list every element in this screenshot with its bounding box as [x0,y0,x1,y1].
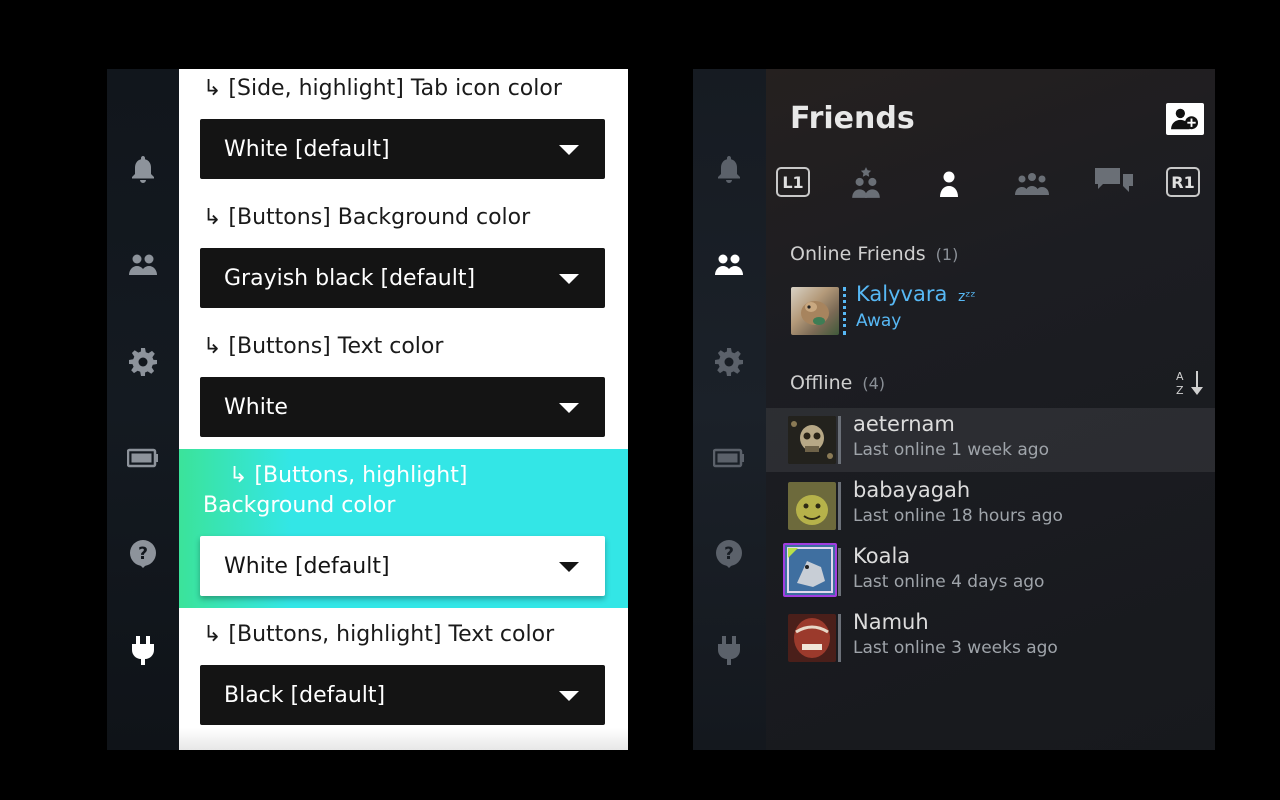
group-icon [1015,173,1049,195]
caret-down-icon [559,562,579,572]
section-count: (4) [862,374,886,393]
help-icon[interactable]: ? [711,536,747,572]
favorite-friends-icon [852,167,880,198]
tab-groups[interactable] [1012,165,1052,201]
buttons-highlight-background-color-dropdown[interactable]: White [default] [200,536,605,596]
offline-friends-heading: Offline (4) [790,372,885,394]
side-tab-rail: ? [693,69,766,750]
dropdown-value: White [default] [224,553,390,579]
friend-status: Last online 3 weeks ago [853,638,1058,658]
dropdown-value: Grayish black [default] [224,265,476,291]
svg-text:?: ? [138,544,148,564]
bell-icon[interactable] [711,151,747,187]
avatar [788,614,836,662]
gear-icon[interactable] [711,344,747,380]
status-bar [838,416,841,464]
help-icon[interactable]: ? [125,536,161,572]
caret-down-icon [559,691,579,701]
online-friends-heading: Online Friends (1) [790,243,958,265]
option-label-tab-icon-color: ↳ [Side, highlight] Tab icon color [203,76,562,101]
battery-icon[interactable] [711,440,747,476]
scroll-fade [179,728,628,750]
friends-icon[interactable] [711,247,747,283]
friend-name: Namuh [853,610,929,634]
friend-status: Away [856,311,902,331]
caret-down-icon [559,145,579,155]
settings-list: ↳ [Side, highlight] Tab icon color White… [179,69,628,750]
svg-text:Z: Z [1176,384,1184,397]
focused-option-highlight: ↳ [Buttons, highlight] Background color … [179,449,628,608]
buttons-background-color-dropdown[interactable]: Grayish black [default] [200,248,605,308]
person-icon [940,171,958,197]
add-friend-icon [1171,108,1198,130]
friend-name: babayagah [853,478,971,502]
friend-row-namuh[interactable]: Namuh Last online 3 weeks ago [766,606,1215,670]
plug-icon[interactable] [125,632,161,668]
status-bar [838,548,841,596]
friends-panel: ? Friends L1 R1 Online Friends (1) Kalyv… [693,69,1215,750]
battery-icon[interactable] [125,440,161,476]
option-label-buttons-highlight-background-color: ↳ [Buttons, highlight] Background color [203,463,468,518]
avatar [788,416,836,464]
dropdown-value: White [default] [224,136,390,162]
friend-name: Koala [853,544,911,568]
tab-icon-color-dropdown[interactable]: White [default] [200,119,605,179]
status-bar [838,614,841,662]
caret-down-icon [559,403,579,413]
section-count: (1) [935,245,959,264]
page-title: Friends [790,101,915,136]
r1-bumper[interactable]: R1 [1166,167,1200,197]
dropdown-value: White [224,394,288,420]
sort-az-icon[interactable]: AZ [1175,369,1205,401]
avatar [788,482,836,530]
friend-row-kalyvara[interactable]: Kalyvara zᶻᶻ Away [766,279,1215,343]
chat-icon [1095,168,1133,192]
svg-text:A: A [1176,370,1184,383]
plug-icon[interactable] [711,632,747,668]
quick-settings-panel: ? ↳ [Side, highlight] Tab icon color Whi… [107,69,628,750]
caret-down-icon [559,274,579,284]
friend-row-babayagah[interactable]: babayagah Last online 18 hours ago [766,474,1215,538]
friend-row-aeternam[interactable]: aeternam Last online 1 week ago [766,408,1215,472]
side-tab-rail: ? [107,69,179,750]
friend-row-koala[interactable]: Koala Last online 4 days ago [766,540,1215,604]
friend-name: Kalyvara zᶻᶻ [856,282,976,306]
friend-status: Last online 4 days ago [853,572,1045,592]
friend-status: Last online 18 hours ago [853,506,1063,526]
friend-name-text: Kalyvara [856,282,948,306]
friend-name: aeternam [853,412,955,436]
dropdown-value: Black [default] [224,682,386,708]
tab-chats[interactable] [1094,165,1134,201]
add-friend-button[interactable] [1166,103,1204,135]
friends-icon[interactable] [125,247,161,283]
section-title: Online Friends [790,243,926,265]
avatar-with-frame [783,543,837,597]
section-title: Offline [790,372,853,394]
option-label-buttons-background-color: ↳ [Buttons] Background color [203,205,531,230]
buttons-highlight-text-color-dropdown[interactable]: Black [default] [200,665,605,725]
away-badge: zᶻᶻ [958,289,976,305]
option-label-buttons-text-color: ↳ [Buttons] Text color [203,334,444,359]
tab-friends[interactable] [929,165,969,201]
friends-list-pane: Friends L1 R1 Online Friends (1) Kalyvar… [766,69,1215,750]
l1-bumper[interactable]: L1 [776,167,810,197]
option-label-buttons-highlight-text-color: ↳ [Buttons, highlight] Text color [203,622,555,647]
friends-tab-bar: L1 R1 [766,165,1215,205]
buttons-text-color-dropdown[interactable]: White [200,377,605,437]
status-bar [843,287,846,335]
avatar [791,287,839,335]
friend-status: Last online 1 week ago [853,440,1049,460]
bell-icon[interactable] [125,151,161,187]
svg-text:?: ? [724,544,734,564]
tab-favorites[interactable] [846,165,886,201]
status-bar [838,482,841,530]
gear-icon[interactable] [125,344,161,380]
